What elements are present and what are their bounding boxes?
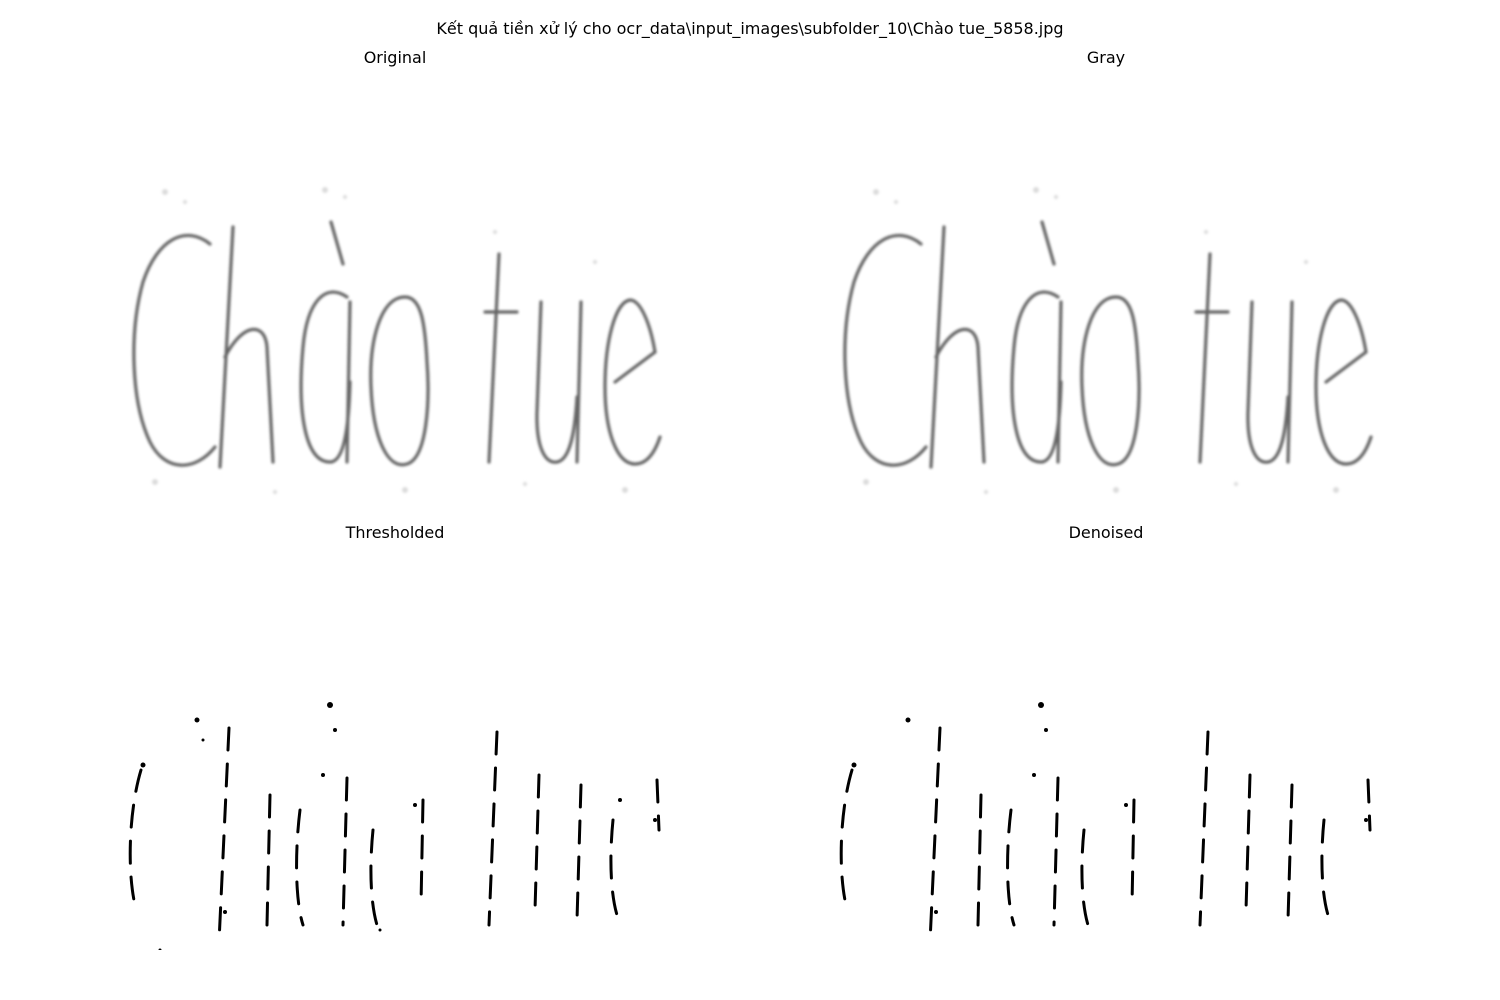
- thresholded-handwriting-image: [128, 702, 661, 950]
- panel-title-original: Original: [363, 48, 427, 67]
- panel-title-denoised: Denoised: [1068, 523, 1144, 542]
- panel-title-thresholded: Thresholded: [345, 523, 445, 542]
- denoised-handwriting-image: [839, 702, 1372, 944]
- thresholded-image: [125, 680, 665, 950]
- panel-title-gray: Gray: [1086, 48, 1126, 67]
- original-image: [125, 172, 665, 512]
- gray-image: [836, 172, 1376, 512]
- denoised-image: [836, 680, 1376, 950]
- gray-handwriting-image: [843, 187, 1373, 494]
- original-handwriting-image: [132, 187, 662, 494]
- figure-title: Kết quả tiền xử lý cho ocr_data\input_im…: [436, 19, 1064, 38]
